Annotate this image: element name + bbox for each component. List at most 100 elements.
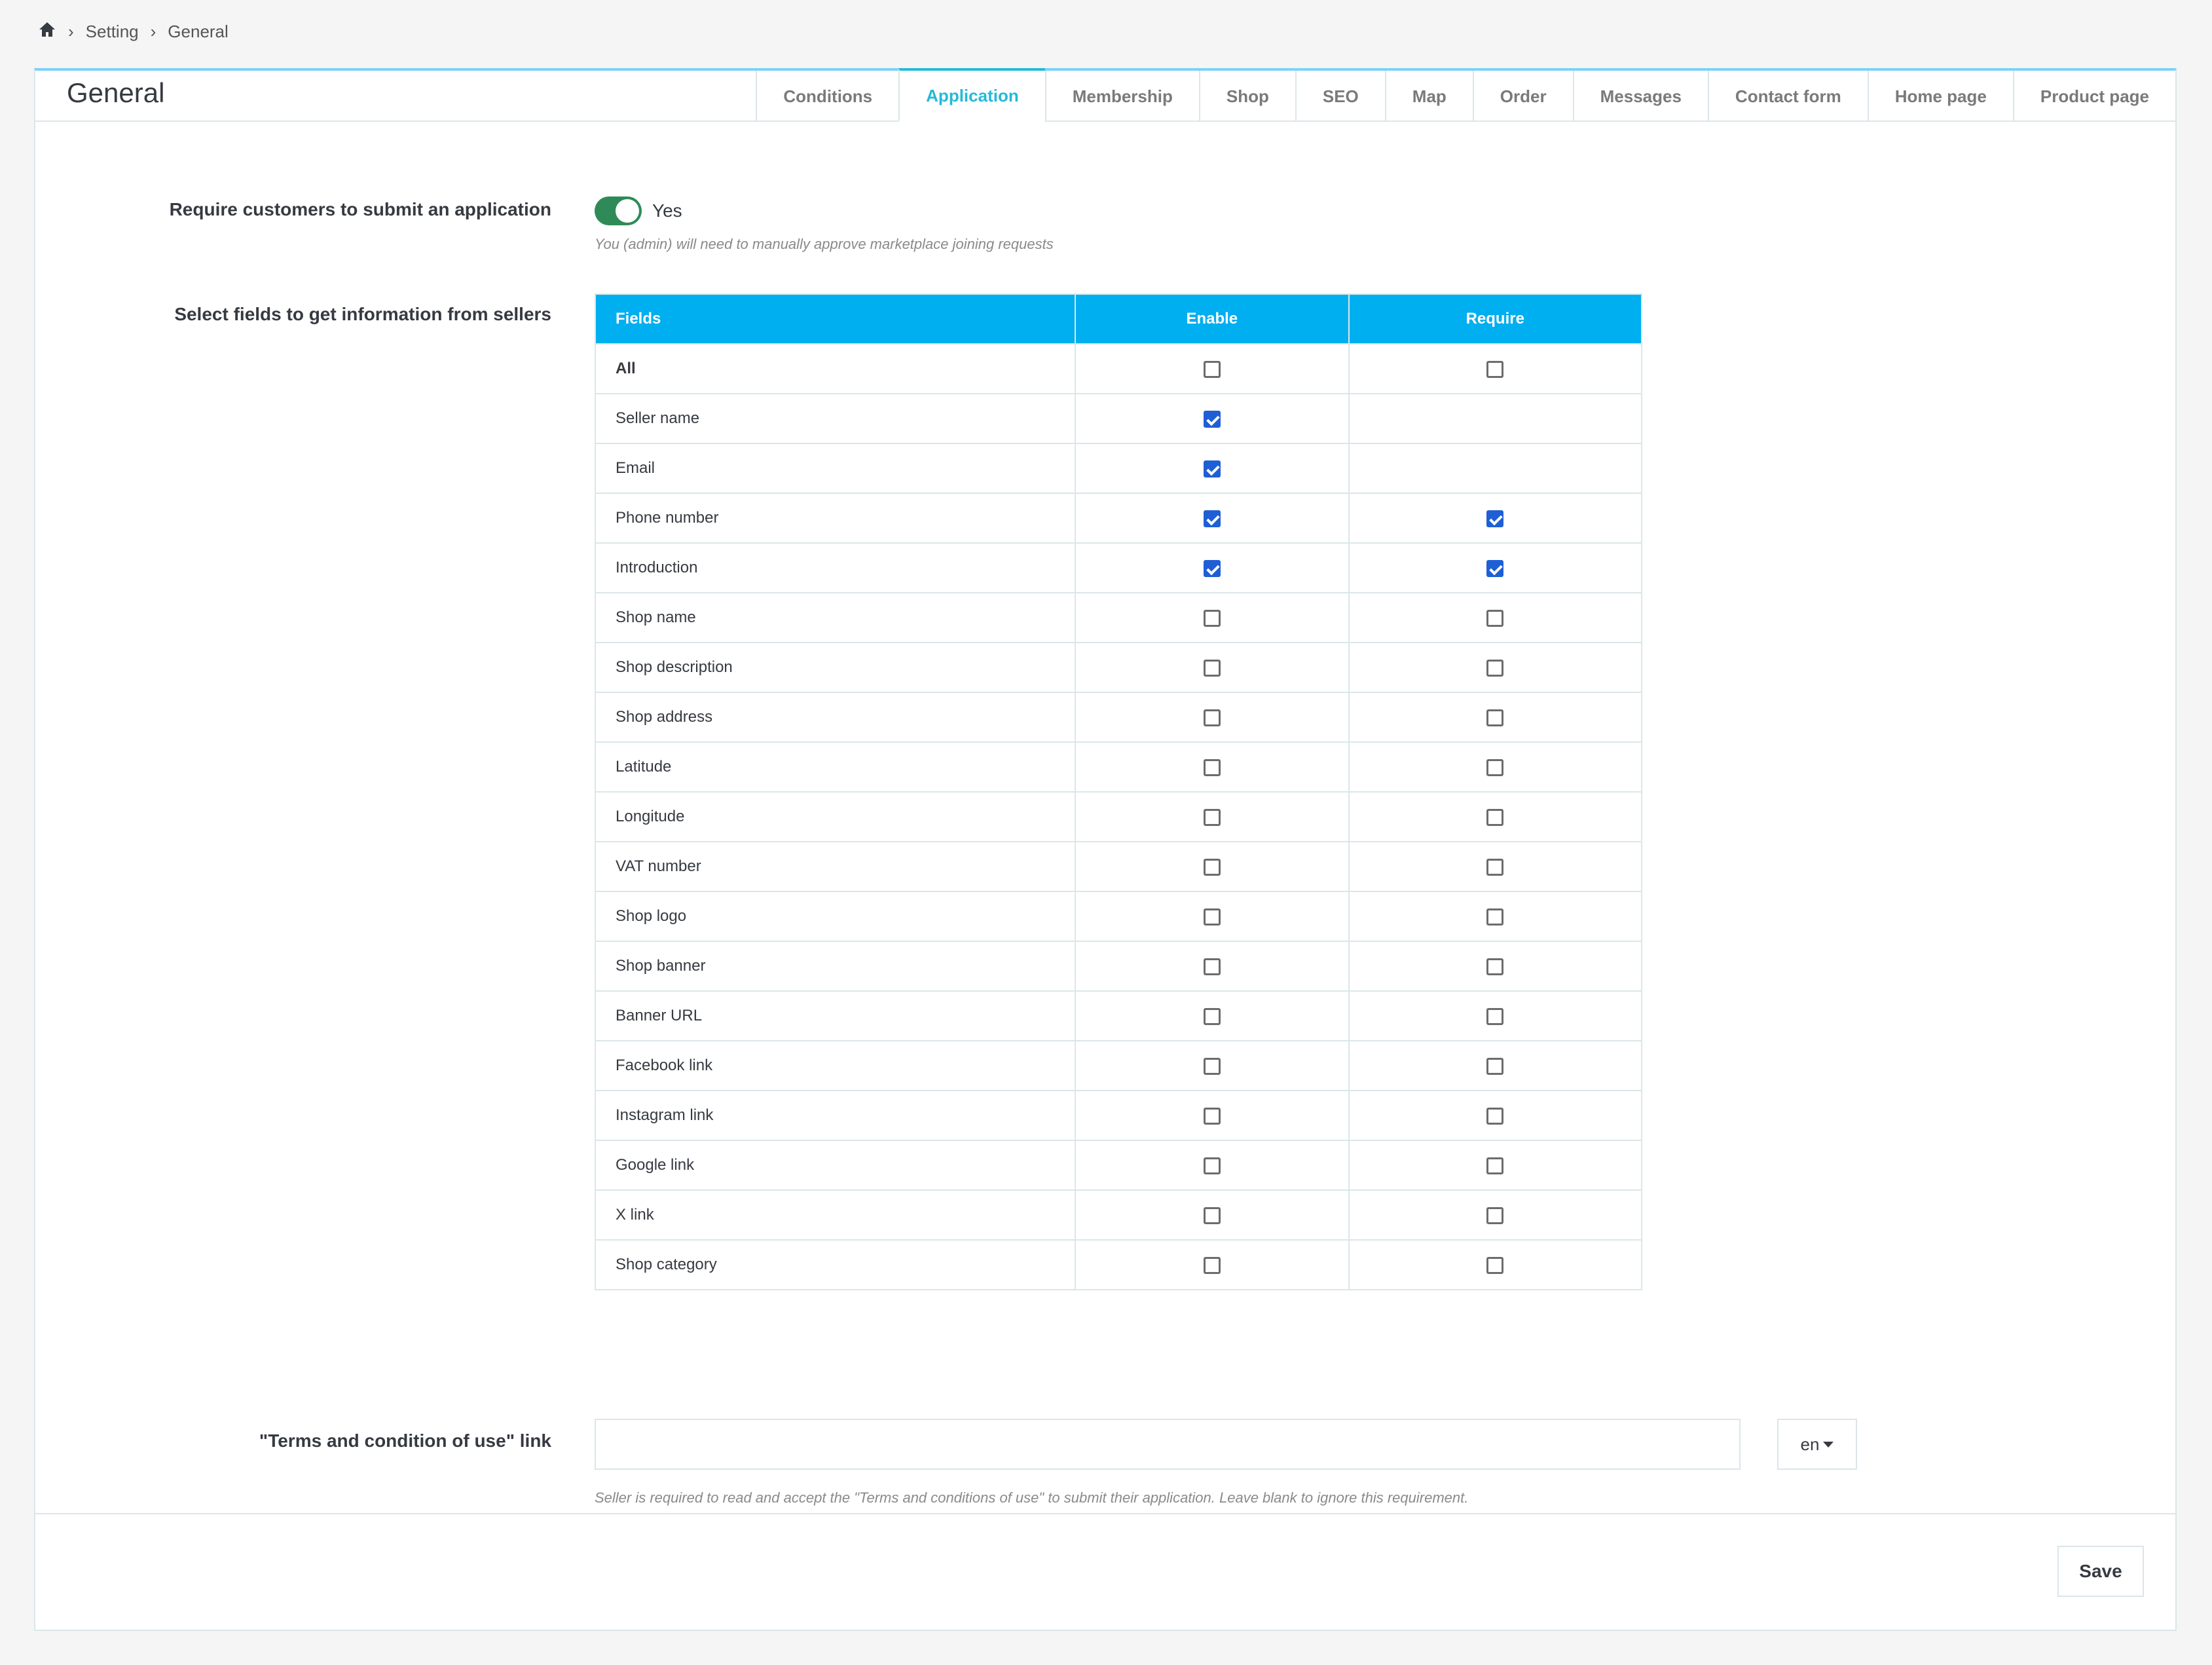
tab-conditions[interactable]: Conditions	[756, 71, 898, 122]
enable-checkbox[interactable]	[1203, 958, 1221, 975]
enable-checkbox[interactable]	[1203, 908, 1221, 926]
require-checkbox[interactable]	[1486, 559, 1504, 577]
require-checkbox[interactable]	[1486, 1157, 1504, 1174]
require-checkbox[interactable]	[1486, 1207, 1504, 1224]
require-checkbox[interactable]	[1486, 808, 1504, 826]
require-checkbox[interactable]	[1486, 1107, 1504, 1125]
enable-checkbox[interactable]	[1203, 709, 1221, 726]
table-row: Google link	[594, 1140, 1643, 1191]
field-name: Phone number	[594, 493, 1077, 544]
enable-cell	[1075, 841, 1350, 892]
tab-application[interactable]: Application	[898, 68, 1045, 122]
require-cell	[1348, 1090, 1643, 1141]
require-cell	[1348, 841, 1643, 892]
toggle-knob	[616, 199, 639, 223]
enable-checkbox[interactable]	[1203, 609, 1221, 627]
tab-order[interactable]: Order	[1472, 71, 1573, 122]
terms-link-help: Seller is required to read and accept th…	[595, 1489, 1469, 1506]
terms-link-input[interactable]	[595, 1419, 1741, 1470]
field-name: Shop banner	[594, 941, 1077, 992]
enable-checkbox[interactable]	[1203, 510, 1221, 527]
enable-cell	[1075, 1140, 1350, 1191]
table-row: Shop logo	[594, 891, 1643, 942]
field-name: Banner URL	[594, 990, 1077, 1041]
enable-checkbox[interactable]	[1203, 1107, 1221, 1125]
table-row: Shop category	[594, 1239, 1643, 1290]
column-header-require: Require	[1348, 293, 1643, 345]
enable-checkbox[interactable]	[1203, 858, 1221, 876]
enable-checkbox[interactable]	[1203, 360, 1221, 378]
require-checkbox[interactable]	[1486, 858, 1504, 876]
enable-checkbox[interactable]	[1203, 758, 1221, 776]
language-dropdown[interactable]: en	[1777, 1419, 1857, 1470]
tab-shop[interactable]: Shop	[1198, 71, 1295, 122]
require-checkbox[interactable]	[1486, 709, 1504, 726]
require-checkbox[interactable]	[1486, 609, 1504, 627]
require-cell	[1348, 990, 1643, 1041]
tab-messages[interactable]: Messages	[1572, 71, 1708, 122]
enable-cell	[1075, 891, 1350, 942]
require-checkbox[interactable]	[1486, 510, 1504, 527]
enable-cell	[1075, 990, 1350, 1041]
field-name: Shop name	[594, 592, 1077, 643]
enable-checkbox[interactable]	[1203, 460, 1221, 477]
require-cell	[1348, 493, 1643, 544]
enable-cell	[1075, 1090, 1350, 1141]
field-name: Introduction	[594, 542, 1077, 593]
table-header-row: Fields Enable Require	[594, 293, 1643, 345]
breadcrumb-item-setting[interactable]: Setting	[86, 22, 139, 42]
enable-checkbox[interactable]	[1203, 808, 1221, 826]
field-name: Facebook link	[594, 1040, 1077, 1091]
require-application-label: Require customers to submit an applicati…	[169, 199, 551, 219]
require-checkbox[interactable]	[1486, 908, 1504, 926]
tab-product-page[interactable]: Product page	[2012, 71, 2175, 122]
enable-cell	[1075, 393, 1350, 444]
toggle-value: Yes	[652, 200, 682, 221]
enable-checkbox[interactable]	[1203, 410, 1221, 428]
enable-checkbox[interactable]	[1203, 559, 1221, 577]
save-button[interactable]: Save	[2057, 1546, 2144, 1597]
enable-checkbox[interactable]	[1203, 1207, 1221, 1224]
require-checkbox[interactable]	[1486, 1256, 1504, 1274]
enable-checkbox[interactable]	[1203, 659, 1221, 677]
require-checkbox[interactable]	[1486, 1057, 1504, 1075]
require-checkbox[interactable]	[1486, 659, 1504, 677]
table-row: Shop address	[594, 692, 1643, 743]
require-cell	[1348, 692, 1643, 743]
enable-cell	[1075, 642, 1350, 693]
tab-bar: Conditions Application Membership Shop SEO Ma…	[756, 68, 2175, 122]
require-cell	[1348, 642, 1643, 693]
require-checkbox[interactable]	[1486, 958, 1504, 975]
table-row: Shop description	[594, 642, 1643, 693]
require-cell	[1348, 592, 1643, 643]
enable-checkbox[interactable]	[1203, 1157, 1221, 1174]
home-icon[interactable]	[38, 21, 56, 43]
tab-membership[interactable]: Membership	[1044, 71, 1199, 122]
tab-map[interactable]: Map	[1384, 71, 1473, 122]
require-checkbox[interactable]	[1486, 360, 1504, 378]
breadcrumb-item-general: General	[168, 21, 229, 41]
breadcrumb-separator: ›	[68, 21, 74, 41]
tab-home-page[interactable]: Home page	[1867, 71, 2013, 122]
breadcrumb: › Setting › General	[38, 18, 229, 45]
column-header-fields: Fields	[594, 293, 1077, 345]
panel-header: General Conditions Application Membership S…	[35, 68, 2175, 122]
require-cell	[1348, 443, 1643, 494]
page-title: General	[67, 77, 165, 108]
require-application-toggle[interactable]	[595, 196, 642, 225]
require-checkbox[interactable]	[1486, 758, 1504, 776]
enable-cell	[1075, 592, 1350, 643]
require-cell	[1348, 941, 1643, 992]
tab-seo[interactable]: SEO	[1295, 71, 1385, 122]
field-name: Shop logo	[594, 891, 1077, 942]
require-checkbox[interactable]	[1486, 1007, 1504, 1025]
enable-checkbox[interactable]	[1203, 1057, 1221, 1075]
table-row: Longitude	[594, 791, 1643, 842]
enable-checkbox[interactable]	[1203, 1256, 1221, 1274]
enable-checkbox[interactable]	[1203, 1007, 1221, 1025]
enable-cell	[1075, 1040, 1350, 1091]
tab-contact-form[interactable]: Contact form	[1707, 71, 1868, 122]
require-cell	[1348, 1040, 1643, 1091]
table-row: Latitude	[594, 741, 1643, 793]
field-name: Google link	[594, 1140, 1077, 1191]
